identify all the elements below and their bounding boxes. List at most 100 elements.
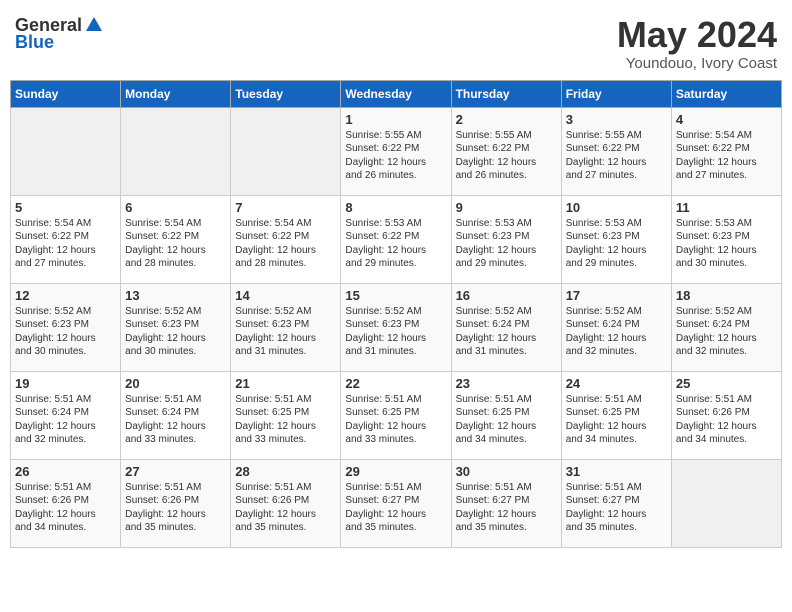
day-number: 17 xyxy=(566,288,667,303)
calendar-cell: 15 Sunrise: 5:52 AM Sunset: 6:23 PM Dayli… xyxy=(341,283,451,371)
calendar-cell: 27 Sunrise: 5:51 AM Sunset: 6:26 PM Dayli… xyxy=(121,459,231,547)
calendar-cell: 8Sunrise: 5:53 AM Sunset: 6:22 PM Daylig… xyxy=(341,195,451,283)
cell-info: Sunrise: 5:54 AM Sunset: 6:22 PM Dayligh… xyxy=(15,217,116,271)
calendar-cell: 11Sunrise: 5:53 AM Sunset: 6:23 PM Dayli… xyxy=(671,195,781,283)
calendar-cell: 1 Sunrise: 5:55 AM Sunset: 6:22 PM Daylig… xyxy=(341,107,451,195)
day-number: 19 xyxy=(15,376,116,391)
cell-info: Sunrise: 5:51 AM Sunset: 6:27 PM Dayligh… xyxy=(345,481,446,535)
calendar-cell: 24Sunrise: 5:51 AM Sunset: 6:25 PM Dayli… xyxy=(561,371,671,459)
day-number: 1 xyxy=(345,112,446,127)
calendar-cell: 17 Sunrise: 5:52 AM Sunset: 6:24 PM Dayli… xyxy=(561,283,671,371)
page-header: General Blue May 2024 Youndouo, Ivory Co… xyxy=(10,10,782,72)
day-number: 9 xyxy=(456,200,557,215)
calendar-cell: 26 Sunrise: 5:51 AM Sunset: 6:26 PM Dayli… xyxy=(11,459,121,547)
logo-blue-text: Blue xyxy=(15,32,54,53)
calendar-cell xyxy=(231,107,341,195)
day-number: 20 xyxy=(125,376,226,391)
calendar-cell: 23 Sunrise: 5:51 AM Sunset: 6:25 PM Dayli… xyxy=(451,371,561,459)
cell-info: Sunrise: 5:51 AM Sunset: 6:27 PM Dayligh… xyxy=(456,481,557,535)
day-number: 6 xyxy=(125,200,226,215)
calendar-cell: 16 Sunrise: 5:52 AM Sunset: 6:24 PM Dayli… xyxy=(451,283,561,371)
cell-info: Sunrise: 5:51 AM Sunset: 6:24 PM Dayligh… xyxy=(15,393,116,447)
cell-info: Sunrise: 5:52 AM Sunset: 6:24 PM Dayligh… xyxy=(676,305,777,359)
cell-info: Sunrise: 5:51 AM Sunset: 6:26 PM Dayligh… xyxy=(235,481,336,535)
header-cell: Tuesday xyxy=(231,80,341,107)
day-number: 2 xyxy=(456,112,557,127)
day-number: 21 xyxy=(235,376,336,391)
calendar-cell: 21 Sunrise: 5:51 AM Sunset: 6:25 PM Dayli… xyxy=(231,371,341,459)
calendar-cell: 14 Sunrise: 5:52 AM Sunset: 6:23 PM Dayli… xyxy=(231,283,341,371)
cell-info: Sunrise: 5:53 AM Sunset: 6:22 PM Dayligh… xyxy=(345,217,446,271)
calendar-cell: 12Sunrise: 5:52 AM Sunset: 6:23 PM Dayli… xyxy=(11,283,121,371)
calendar-cell: 31 Sunrise: 5:51 AM Sunset: 6:27 PM Dayli… xyxy=(561,459,671,547)
day-number: 26 xyxy=(15,464,116,479)
header-cell: Monday xyxy=(121,80,231,107)
calendar-cell: 6 Sunrise: 5:54 AM Sunset: 6:22 PM Daylig… xyxy=(121,195,231,283)
calendar-cell: 7 Sunrise: 5:54 AM Sunset: 6:22 PM Daylig… xyxy=(231,195,341,283)
day-number: 23 xyxy=(456,376,557,391)
calendar-cell: 25Sunrise: 5:51 AM Sunset: 6:26 PM Dayli… xyxy=(671,371,781,459)
logo-icon xyxy=(84,15,104,35)
cell-info: Sunrise: 5:52 AM Sunset: 6:24 PM Dayligh… xyxy=(456,305,557,359)
day-number: 14 xyxy=(235,288,336,303)
cell-info: Sunrise: 5:52 AM Sunset: 6:23 PM Dayligh… xyxy=(235,305,336,359)
cell-info: Sunrise: 5:55 AM Sunset: 6:22 PM Dayligh… xyxy=(456,129,557,183)
calendar-cell xyxy=(121,107,231,195)
cell-info: Sunrise: 5:51 AM Sunset: 6:27 PM Dayligh… xyxy=(566,481,667,535)
calendar-cell: 4Sunrise: 5:54 AM Sunset: 6:22 PM Daylig… xyxy=(671,107,781,195)
cell-info: Sunrise: 5:51 AM Sunset: 6:25 PM Dayligh… xyxy=(456,393,557,447)
day-number: 18 xyxy=(676,288,777,303)
calendar-week-row: 19 Sunrise: 5:51 AM Sunset: 6:24 PM Dayli… xyxy=(11,371,782,459)
calendar-week-row: 26 Sunrise: 5:51 AM Sunset: 6:26 PM Dayli… xyxy=(11,459,782,547)
title-block: May 2024 Youndouo, Ivory Coast xyxy=(617,15,777,72)
day-number: 7 xyxy=(235,200,336,215)
calendar-cell: 3 Sunrise: 5:55 AM Sunset: 6:22 PM Daylig… xyxy=(561,107,671,195)
calendar-cell: 22Sunrise: 5:51 AM Sunset: 6:25 PM Dayli… xyxy=(341,371,451,459)
day-number: 28 xyxy=(235,464,336,479)
calendar-table: SundayMondayTuesdayWednesdayThursdayFrid… xyxy=(10,80,782,548)
calendar-week-row: 5 Sunrise: 5:54 AM Sunset: 6:22 PM Daylig… xyxy=(11,195,782,283)
header-cell: Friday xyxy=(561,80,671,107)
day-number: 27 xyxy=(125,464,226,479)
month-title: May 2024 xyxy=(617,15,777,55)
day-number: 29 xyxy=(345,464,446,479)
calendar-cell: 13 Sunrise: 5:52 AM Sunset: 6:23 PM Dayli… xyxy=(121,283,231,371)
calendar-week-row: 12 Sunrise: 5:52 AM Sunset: 6:23 PM Dayli… xyxy=(11,283,782,371)
day-number: 12 xyxy=(15,288,116,303)
day-number: 5 xyxy=(15,200,116,215)
cell-info: Sunrise: 5:52 AM Sunset: 6:23 PM Dayligh… xyxy=(345,305,446,359)
cell-info: Sunrise: 5:54 AM Sunset: 6:22 PM Dayligh… xyxy=(125,217,226,271)
cell-info: Sunrise: 5:51 AM Sunset: 6:25 PM Dayligh… xyxy=(235,393,336,447)
header-cell: Thursday xyxy=(451,80,561,107)
calendar-cell: 9Sunrise: 5:53 AM Sunset: 6:23 PM Daylig… xyxy=(451,195,561,283)
cell-info: Sunrise: 5:55 AM Sunset: 6:22 PM Dayligh… xyxy=(345,129,446,183)
calendar-cell: 5 Sunrise: 5:54 AM Sunset: 6:22 PM Daylig… xyxy=(11,195,121,283)
cell-info: Sunrise: 5:54 AM Sunset: 6:22 PM Dayligh… xyxy=(676,129,777,183)
cell-info: Sunrise: 5:55 AM Sunset: 6:22 PM Dayligh… xyxy=(566,129,667,183)
cell-info: Sunrise: 5:52 AM Sunset: 6:24 PM Dayligh… xyxy=(566,305,667,359)
day-number: 24 xyxy=(566,376,667,391)
cell-info: Sunrise: 5:54 AM Sunset: 6:22 PM Dayligh… xyxy=(235,217,336,271)
day-number: 15 xyxy=(345,288,446,303)
cell-info: Sunrise: 5:51 AM Sunset: 6:26 PM Dayligh… xyxy=(15,481,116,535)
day-number: 16 xyxy=(456,288,557,303)
day-number: 31 xyxy=(566,464,667,479)
cell-info: Sunrise: 5:53 AM Sunset: 6:23 PM Dayligh… xyxy=(566,217,667,271)
calendar-cell: 18 Sunrise: 5:52 AM Sunset: 6:24 PM Dayli… xyxy=(671,283,781,371)
calendar-cell xyxy=(671,459,781,547)
subtitle: Youndouo, Ivory Coast xyxy=(617,55,777,72)
cell-info: Sunrise: 5:51 AM Sunset: 6:26 PM Dayligh… xyxy=(125,481,226,535)
calendar-cell: 29 Sunrise: 5:51 AM Sunset: 6:27 PM Dayli… xyxy=(341,459,451,547)
cell-info: Sunrise: 5:52 AM Sunset: 6:23 PM Dayligh… xyxy=(125,305,226,359)
header-cell: Sunday xyxy=(11,80,121,107)
calendar-cell: 10Sunrise: 5:53 AM Sunset: 6:23 PM Dayli… xyxy=(561,195,671,283)
day-number: 3 xyxy=(566,112,667,127)
cell-info: Sunrise: 5:51 AM Sunset: 6:24 PM Dayligh… xyxy=(125,393,226,447)
cell-info: Sunrise: 5:51 AM Sunset: 6:25 PM Dayligh… xyxy=(345,393,446,447)
day-number: 13 xyxy=(125,288,226,303)
logo: General Blue xyxy=(15,15,104,53)
day-number: 25 xyxy=(676,376,777,391)
calendar-cell xyxy=(11,107,121,195)
header-cell: Saturday xyxy=(671,80,781,107)
header-cell: Wednesday xyxy=(341,80,451,107)
